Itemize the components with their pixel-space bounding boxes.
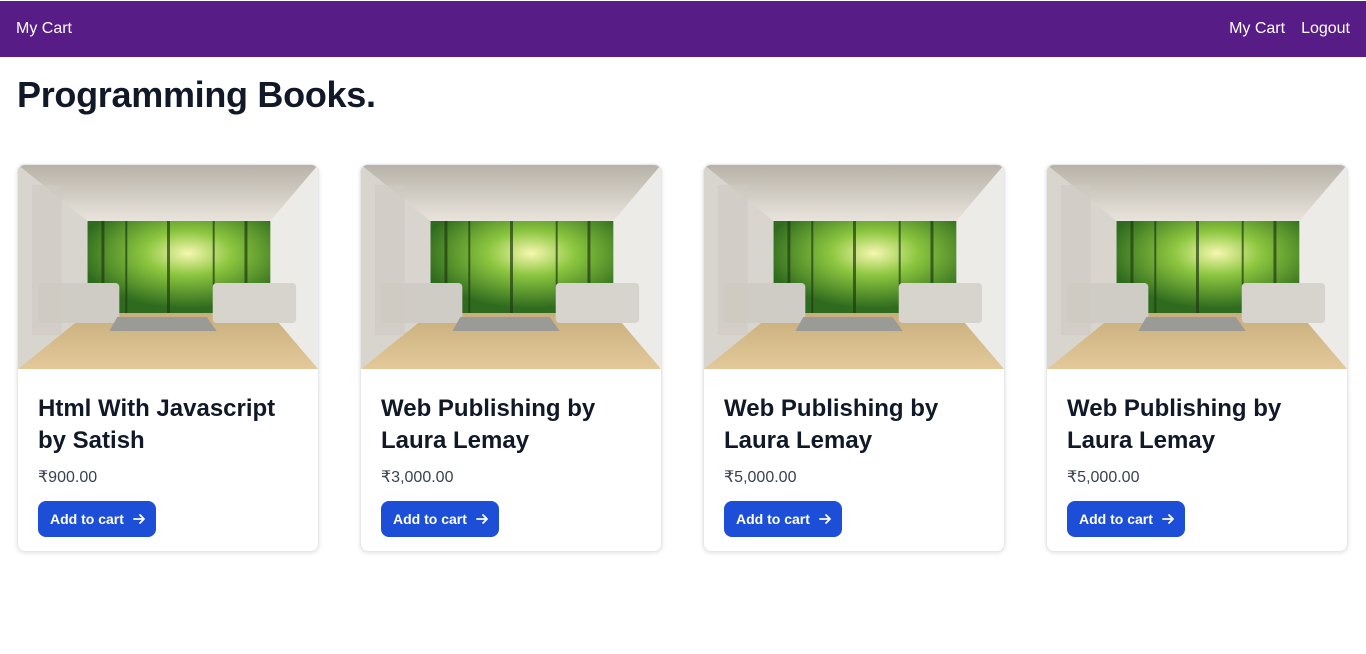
logout-link[interactable]: Logout — [1301, 20, 1350, 38]
card-body: Web Publishing by Laura Lemay ₹5,000.00 … — [1047, 369, 1347, 551]
add-to-cart-button[interactable]: Add to cart — [1067, 501, 1185, 537]
card-body: Html With Javascript by Satish ₹900.00 A… — [18, 369, 318, 551]
product-price: ₹5,000.00 — [724, 469, 797, 486]
product-price: ₹900.00 — [38, 469, 98, 486]
add-to-cart-button[interactable]: Add to cart — [381, 501, 499, 537]
product-title: Web Publishing by Laura Lemay — [724, 395, 939, 454]
product-title: Html With Javascript by Satish — [38, 395, 276, 454]
add-to-cart-button[interactable]: Add to cart — [724, 501, 842, 537]
card-body: Web Publishing by Laura Lemay ₹5,000.00 … — [704, 369, 1004, 551]
arrow-right-icon — [1161, 514, 1174, 524]
product-title: Web Publishing by Laura Lemay — [381, 395, 596, 454]
product-title: Web Publishing by Laura Lemay — [1067, 395, 1282, 454]
product-image — [361, 165, 661, 369]
add-to-cart-label: Add to cart — [393, 511, 467, 527]
product-grid: Html With Javascript by Satish ₹900.00 A… — [17, 164, 1348, 552]
page-title: Programming Books. — [17, 74, 376, 115]
add-to-cart-label: Add to cart — [1079, 511, 1153, 527]
arrow-right-icon — [475, 514, 488, 524]
card-body: Web Publishing by Laura Lemay ₹3,000.00 … — [361, 369, 661, 551]
product-image — [18, 165, 318, 369]
add-to-cart-label: Add to cart — [736, 511, 810, 527]
product-card: Web Publishing by Laura Lemay ₹3,000.00 … — [360, 164, 662, 552]
my-cart-link[interactable]: My Cart — [1229, 20, 1285, 38]
add-to-cart-button[interactable]: Add to cart — [38, 501, 156, 537]
arrow-right-icon — [818, 514, 831, 524]
top-navbar: My Cart My Cart Logout — [0, 1, 1366, 57]
product-card: Html With Javascript by Satish ₹900.00 A… — [17, 164, 319, 552]
product-image — [704, 165, 1004, 369]
product-price: ₹5,000.00 — [1067, 469, 1140, 486]
product-price: ₹3,000.00 — [381, 469, 454, 486]
product-image — [1047, 165, 1347, 369]
arrow-right-icon — [132, 514, 145, 524]
nav-links: My Cart Logout — [1229, 20, 1350, 38]
add-to-cart-label: Add to cart — [50, 511, 124, 527]
product-card: Web Publishing by Laura Lemay ₹5,000.00 … — [1046, 164, 1348, 552]
brand-link[interactable]: My Cart — [16, 20, 72, 38]
product-card: Web Publishing by Laura Lemay ₹5,000.00 … — [703, 164, 1005, 552]
